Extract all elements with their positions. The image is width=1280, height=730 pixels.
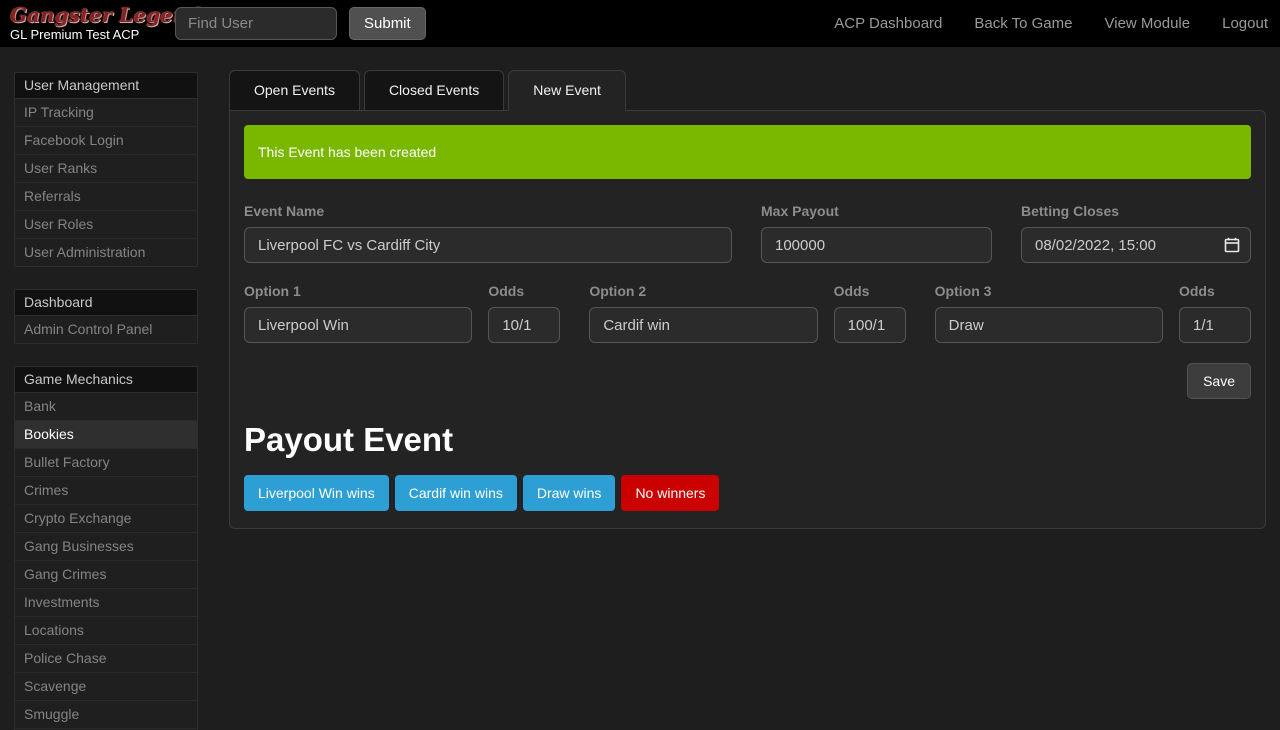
topbar: Gangster Legends GL Premium Test ACP Sub… — [0, 0, 1280, 47]
submit-button[interactable]: Submit — [349, 7, 426, 40]
sidebar-item-user-ranks[interactable]: User Ranks — [15, 155, 197, 183]
nav-view-module[interactable]: View Module — [1105, 15, 1191, 32]
sidebar-header-game-mechanics: Game Mechanics — [15, 367, 197, 393]
sidebar-item-ip-tracking[interactable]: IP Tracking — [15, 99, 197, 127]
page-body: User Management IP Tracking Facebook Log… — [0, 47, 1280, 730]
event-name-input[interactable] — [244, 227, 732, 263]
option3-odds-label: Odds — [1179, 283, 1251, 299]
payout-option1-wins-button[interactable]: Liverpool Win wins — [244, 475, 389, 511]
event-tabs: Open Events Closed Events New Event — [229, 70, 1266, 110]
sidebar-item-scavenge[interactable]: Scavenge — [15, 673, 197, 701]
save-row: Save — [244, 363, 1251, 399]
nav-acp-dashboard[interactable]: ACP Dashboard — [834, 15, 942, 32]
main-content: Open Events Closed Events New Event This… — [229, 70, 1266, 529]
option3-odds-input[interactable] — [1179, 307, 1251, 343]
tab-open-events[interactable]: Open Events — [229, 70, 360, 111]
sidebar-item-crimes[interactable]: Crimes — [15, 477, 197, 505]
sidebar-item-crypto-exchange[interactable]: Crypto Exchange — [15, 505, 197, 533]
sidebar-section-dashboard: Dashboard Admin Control Panel — [14, 289, 198, 344]
option3-odds-field: Odds — [1179, 283, 1251, 343]
sidebar-section-game-mechanics: Game Mechanics Bank Bookies Bullet Facto… — [14, 366, 198, 730]
max-payout-input[interactable] — [761, 227, 992, 263]
option1-odds-field: Odds — [488, 283, 560, 343]
sidebar-item-referrals[interactable]: Referrals — [15, 183, 197, 211]
option1-odds-input[interactable] — [488, 307, 560, 343]
payout-option2-wins-button[interactable]: Cardif win wins — [395, 475, 517, 511]
payout-buttons: Liverpool Win wins Cardif win wins Draw … — [244, 475, 1251, 511]
option1-input[interactable] — [244, 307, 472, 343]
new-event-panel: This Event has been created Event Name M… — [229, 110, 1266, 529]
sidebar-item-gang-businesses[interactable]: Gang Businesses — [15, 533, 197, 561]
max-payout-field: Max Payout — [761, 203, 992, 263]
payout-no-winners-button[interactable]: No winners — [621, 475, 719, 511]
option3-field: Option 3 — [935, 283, 1163, 343]
option2-field: Option 2 — [589, 283, 817, 343]
sidebar-item-admin-control-panel[interactable]: Admin Control Panel — [15, 316, 197, 343]
tab-new-event[interactable]: New Event — [508, 70, 626, 111]
option2-odds-label: Odds — [834, 283, 906, 299]
betting-closes-field: Betting Closes — [1021, 203, 1251, 263]
top-nav: ACP Dashboard Back To Game View Module L… — [834, 15, 1268, 32]
option2-odds-input[interactable] — [834, 307, 906, 343]
sidebar-item-user-administration[interactable]: User Administration — [15, 239, 197, 266]
betting-closes-label: Betting Closes — [1021, 203, 1251, 219]
event-name-label: Event Name — [244, 203, 732, 219]
nav-logout[interactable]: Logout — [1222, 15, 1268, 32]
sidebar-item-investments[interactable]: Investments — [15, 589, 197, 617]
option2-odds-field: Odds — [834, 283, 906, 343]
sidebar-header-dashboard: Dashboard — [15, 290, 197, 316]
option3-input[interactable] — [935, 307, 1163, 343]
tab-closed-events[interactable]: Closed Events — [364, 70, 504, 111]
sidebar-item-bookies[interactable]: Bookies — [15, 421, 197, 449]
options-row: Option 1 Odds Option 2 Odds Option 3 — [244, 283, 1251, 343]
sidebar-item-user-roles[interactable]: User Roles — [15, 211, 197, 239]
option3-label: Option 3 — [935, 283, 1163, 299]
sidebar-item-police-chase[interactable]: Police Chase — [15, 645, 197, 673]
sidebar-item-facebook-login[interactable]: Facebook Login — [15, 127, 197, 155]
sidebar-item-locations[interactable]: Locations — [15, 617, 197, 645]
sidebar-item-smuggle[interactable]: Smuggle — [15, 701, 197, 729]
event-details-row: Event Name Max Payout Betting Closes — [244, 203, 1251, 263]
option2-input[interactable] — [589, 307, 817, 343]
sidebar-item-bullet-factory[interactable]: Bullet Factory — [15, 449, 197, 477]
sidebar-section-user-management: User Management IP Tracking Facebook Log… — [14, 72, 198, 267]
option1-label: Option 1 — [244, 283, 472, 299]
logo-subtitle: GL Premium Test ACP — [10, 27, 165, 42]
sidebar-item-gang-crimes[interactable]: Gang Crimes — [15, 561, 197, 589]
logo[interactable]: Gangster Legends GL Premium Test ACP — [10, 5, 165, 42]
success-alert: This Event has been created — [244, 125, 1251, 179]
logo-title[interactable]: Gangster Legends — [10, 5, 165, 25]
betting-closes-input[interactable] — [1021, 227, 1251, 263]
sidebar-header-user-management: User Management — [15, 73, 197, 99]
user-search: Submit — [175, 7, 426, 40]
save-button[interactable]: Save — [1187, 363, 1251, 399]
max-payout-label: Max Payout — [761, 203, 992, 219]
sidebar-item-bank[interactable]: Bank — [15, 393, 197, 421]
calendar-icon[interactable] — [1224, 237, 1240, 253]
payout-event-heading: Payout Event — [244, 421, 1251, 459]
nav-back-to-game[interactable]: Back To Game — [974, 15, 1072, 32]
payout-option3-wins-button[interactable]: Draw wins — [523, 475, 616, 511]
option2-label: Option 2 — [589, 283, 817, 299]
sidebar: User Management IP Tracking Facebook Log… — [14, 72, 198, 730]
option1-odds-label: Odds — [488, 283, 560, 299]
event-name-field: Event Name — [244, 203, 732, 263]
option1-field: Option 1 — [244, 283, 472, 343]
find-user-input[interactable] — [175, 7, 337, 40]
